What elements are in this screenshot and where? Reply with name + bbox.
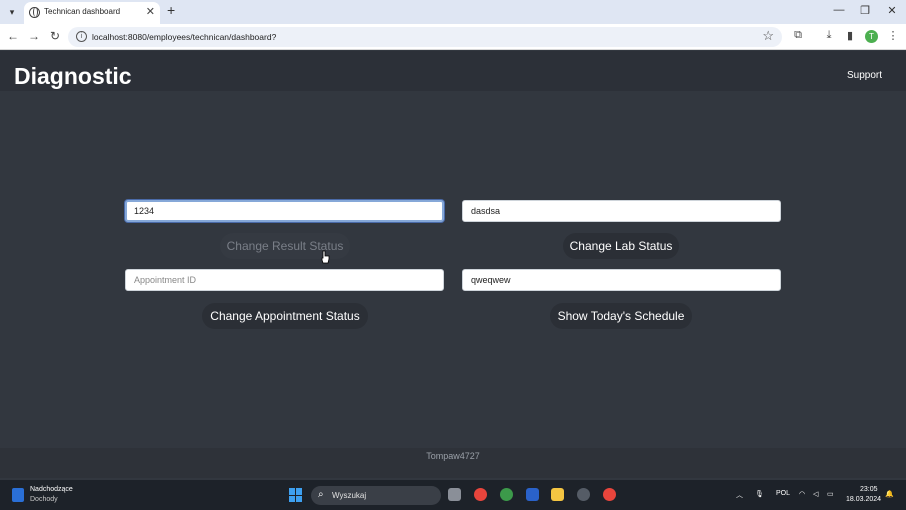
tab-list-icon[interactable]: ▾ — [4, 4, 20, 20]
window-close-icon[interactable]: ✕ — [882, 4, 902, 17]
change-lab-status-button[interactable]: Change Lab Status — [563, 233, 679, 259]
profile-avatar[interactable]: T — [865, 30, 878, 43]
side-panel-icon[interactable]: ▮ — [842, 29, 858, 42]
reload-icon[interactable]: ↻ — [47, 29, 63, 43]
site-info-icon[interactable]: i — [76, 31, 87, 42]
url-text[interactable]: localhost:8080/employees/technican/dashb… — [92, 32, 276, 42]
widget-line-1[interactable]: Nadchodzące — [30, 486, 73, 493]
mouse-cursor-icon — [321, 250, 330, 264]
microphone-icon[interactable]: 🎙 — [755, 490, 764, 498]
back-icon[interactable]: ← — [5, 29, 21, 43]
result-id-input[interactable] — [125, 200, 444, 222]
browser-tab-bar: ▾ Technican dashboard ✕ + — ❐ ✕ — [0, 0, 906, 24]
news-widget-icon[interactable] — [12, 488, 24, 502]
clock-time[interactable]: 23:05 — [860, 486, 878, 493]
lab-id-input[interactable] — [462, 200, 781, 222]
show-todays-schedule-button[interactable]: Show Today's Schedule — [550, 303, 692, 329]
browser-tab[interactable]: Technican dashboard ✕ — [24, 2, 160, 24]
file-explorer-icon[interactable] — [551, 488, 564, 501]
menu-icon[interactable]: ⋮ — [885, 29, 901, 42]
new-tab-icon[interactable]: + — [167, 2, 175, 18]
language-indicator[interactable]: POL — [776, 490, 790, 497]
support-link[interactable]: Support — [847, 70, 882, 81]
schedule-input[interactable] — [462, 269, 781, 291]
search-placeholder: Wyszukaj — [332, 491, 367, 500]
download-icon[interactable]: ⤓ — [821, 29, 837, 42]
close-tab-icon[interactable]: ✕ — [146, 5, 155, 18]
widget-line-2[interactable]: Dochody — [30, 496, 58, 503]
page-footer: Tompaw4727 — [0, 448, 906, 478]
chrome-active-icon[interactable] — [500, 488, 513, 501]
footer-text: Tompaw4727 — [426, 451, 480, 461]
clock-date[interactable]: 18.03.2024 — [846, 496, 881, 503]
chrome-alt-icon[interactable] — [603, 488, 616, 501]
app-icon[interactable] — [577, 488, 590, 501]
change-result-status-button[interactable]: Change Result Status — [220, 233, 350, 259]
restore-icon[interactable]: ❐ — [855, 4, 875, 17]
tab-title: Technican dashboard — [44, 7, 121, 16]
globe-icon — [29, 7, 40, 18]
wifi-icon[interactable]: ◠ — [799, 490, 805, 498]
appointment-id-input[interactable] — [125, 269, 444, 291]
address-bar[interactable]: i localhost:8080/employees/technican/das… — [68, 27, 782, 47]
task-view-icon[interactable] — [448, 488, 461, 501]
browser-toolbar: ← → ↻ i localhost:8080/employees/technic… — [0, 24, 906, 50]
minimize-icon[interactable]: — — [829, 4, 849, 16]
editor-icon[interactable] — [526, 488, 539, 501]
os-taskbar: Nadchodzące Dochody ⌕ Wyszukaj ︿ 🎙 POL ◠… — [0, 480, 906, 510]
search-icon: ⌕ — [318, 489, 324, 500]
chrome-icon[interactable] — [474, 488, 487, 501]
volume-icon[interactable]: ◁ — [813, 490, 818, 498]
tray-chevron-icon[interactable]: ︿ — [736, 490, 743, 500]
brand-logo-text[interactable]: Diagnostic — [14, 63, 132, 90]
taskbar-search[interactable]: ⌕ Wyszukaj — [311, 486, 441, 505]
windows-start-icon[interactable] — [289, 488, 303, 502]
notification-bell-icon[interactable]: 🔔 — [885, 490, 894, 498]
battery-icon[interactable]: ▭ — [827, 490, 834, 498]
extensions-icon[interactable]: ⧉ — [790, 29, 806, 42]
change-appointment-status-button[interactable]: Change Appointment Status — [202, 303, 368, 329]
forward-icon[interactable]: → — [26, 29, 42, 43]
bookmark-star-icon[interactable]: ☆ — [762, 28, 774, 44]
app-navbar: Diagnostic Support — [0, 51, 906, 91]
